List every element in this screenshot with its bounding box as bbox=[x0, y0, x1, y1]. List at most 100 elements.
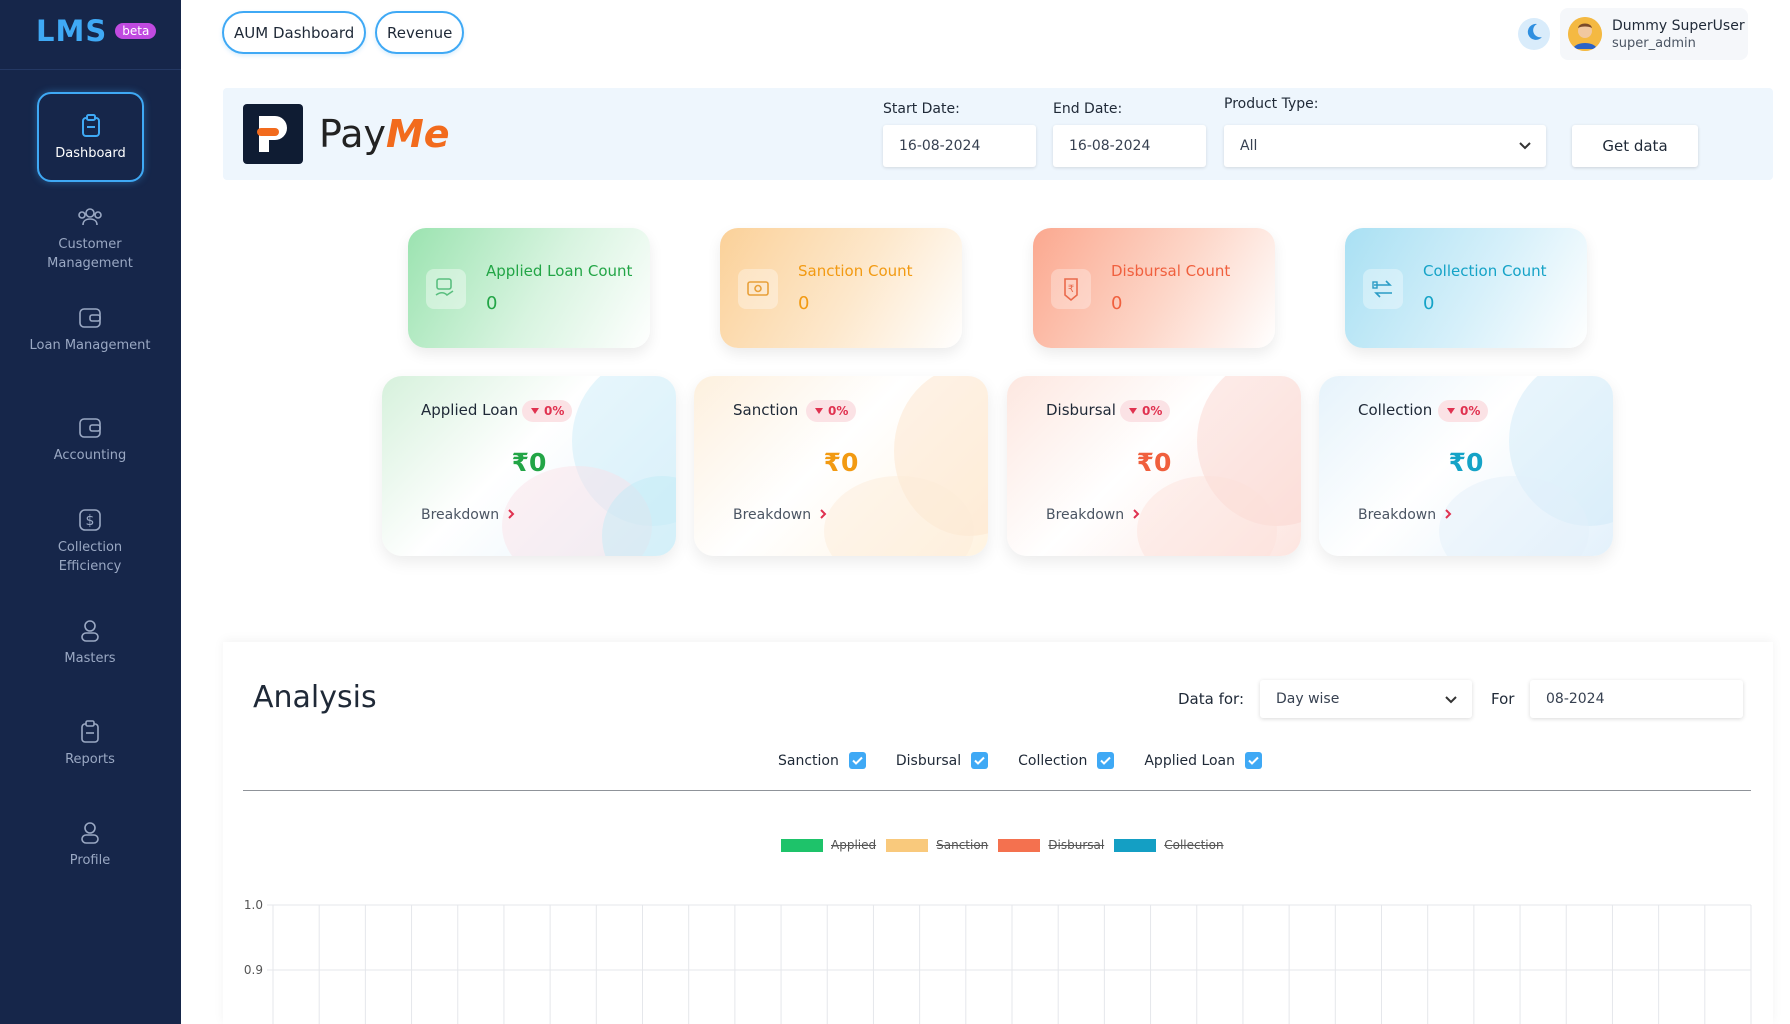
breakdown-link[interactable]: Breakdown bbox=[733, 507, 827, 523]
checkbox-checked-icon[interactable] bbox=[1245, 752, 1263, 769]
user-menu[interactable]: Dummy SuperUser super_admin bbox=[1560, 8, 1748, 60]
percent-value: 0% bbox=[544, 404, 565, 418]
sidebar-item-label: Loan Management bbox=[29, 338, 151, 353]
toggle-label: Collection bbox=[1018, 752, 1088, 769]
caret-down-icon bbox=[814, 404, 824, 418]
tag-icon: ₹ bbox=[1051, 269, 1091, 309]
value-title: Disbursal bbox=[1046, 401, 1116, 419]
breakdown-label: Breakdown bbox=[733, 507, 812, 523]
value-amount: ₹0 bbox=[1136, 448, 1172, 477]
analysis-title: Analysis bbox=[253, 680, 377, 715]
data-for-select[interactable]: Day wise bbox=[1260, 680, 1472, 718]
brand-suffix: Me bbox=[385, 112, 450, 156]
breakdown-link[interactable]: Breakdown bbox=[1046, 507, 1140, 523]
sidebar-item-label: Collection Efficiency bbox=[57, 540, 123, 574]
chevron-right-icon bbox=[819, 507, 827, 523]
y-tick-label: 0.9 bbox=[244, 963, 263, 977]
sidebar-item-collection-efficiency[interactable]: $ Collection Efficiency bbox=[26, 506, 154, 576]
wallet-icon bbox=[76, 304, 104, 332]
end-date-label: End Date: bbox=[1053, 101, 1123, 117]
svg-text:₹: ₹ bbox=[1068, 284, 1074, 295]
chevron-right-icon bbox=[1132, 507, 1140, 523]
breakdown-label: Breakdown bbox=[421, 507, 500, 523]
app-logo[interactable]: LMS beta bbox=[36, 14, 157, 48]
divider bbox=[0, 69, 181, 70]
data-for-label: Data for: bbox=[1178, 690, 1244, 708]
sidebar-item-label: Masters bbox=[64, 651, 116, 666]
legend-item-sanction[interactable]: Sanction bbox=[886, 838, 988, 852]
value-title: Collection bbox=[1358, 401, 1433, 419]
toggle-disbursal[interactable]: Disbursal bbox=[895, 752, 989, 769]
count-value: 0 bbox=[1423, 293, 1435, 314]
collection-count-card[interactable]: Collection Count 0 bbox=[1345, 228, 1587, 348]
checkbox-checked-icon[interactable] bbox=[1097, 752, 1115, 769]
percent-badge: 0% bbox=[1438, 400, 1489, 422]
sidebar-item-accounting[interactable]: Accounting bbox=[26, 414, 154, 465]
y-tick-label: 1.0 bbox=[244, 898, 263, 912]
user-name: Dummy SuperUser bbox=[1612, 17, 1745, 34]
tab-revenue[interactable]: Revenue bbox=[375, 11, 465, 54]
sidebar-item-label: Accounting bbox=[53, 448, 127, 463]
disbursal-count-card[interactable]: ₹ Disbursal Count 0 bbox=[1033, 228, 1275, 348]
sidebar-item-reports[interactable]: Reports bbox=[26, 718, 154, 769]
legend-item-applied[interactable]: Applied bbox=[781, 838, 876, 852]
product-type-select[interactable]: All bbox=[1224, 125, 1546, 167]
applied-loan-value-card: Applied Loan 0% ₹0 Breakdown bbox=[382, 376, 676, 556]
user-icon bbox=[76, 819, 104, 847]
avatar bbox=[1568, 17, 1602, 51]
legend-item-disbursal[interactable]: Disbursal bbox=[998, 838, 1104, 852]
legend-swatch bbox=[998, 838, 1041, 852]
value-title: Sanction bbox=[733, 401, 799, 419]
month-input[interactable]: 08-2024 bbox=[1530, 680, 1743, 718]
percent-value: 0% bbox=[1142, 404, 1163, 418]
caret-down-icon bbox=[1128, 404, 1138, 418]
count-title: Disbursal Count bbox=[1111, 262, 1231, 280]
theme-toggle-button[interactable] bbox=[1518, 18, 1550, 50]
product-type-value: All bbox=[1240, 138, 1258, 154]
count-value: 0 bbox=[486, 293, 498, 314]
applied-loan-count-card[interactable]: Applied Loan Count 0 bbox=[408, 228, 650, 348]
sidebar-item-masters[interactable]: Masters bbox=[26, 617, 154, 668]
end-date-input[interactable]: 16-08-2024 bbox=[1053, 125, 1206, 167]
count-title: Collection Count bbox=[1423, 262, 1547, 280]
sidebar-item-customer-management[interactable]: Customer Management bbox=[26, 203, 154, 273]
checkbox-checked-icon[interactable] bbox=[848, 752, 866, 769]
sidebar-item-profile[interactable]: Profile bbox=[26, 819, 154, 870]
sidebar: LMS beta Dashboard Customer Management L… bbox=[0, 0, 181, 1024]
start-date-input[interactable]: 16-08-2024 bbox=[883, 125, 1036, 167]
count-title: Applied Loan Count bbox=[486, 262, 633, 280]
breakdown-label: Breakdown bbox=[1358, 507, 1437, 523]
sidebar-item-label: Customer Management bbox=[47, 237, 133, 271]
brand-name: PayMe bbox=[319, 112, 450, 156]
percent-badge: 0% bbox=[522, 400, 573, 422]
toggle-collection[interactable]: Collection bbox=[1018, 752, 1115, 769]
breakdown-link[interactable]: Breakdown bbox=[421, 507, 515, 523]
toggle-label: Disbursal bbox=[895, 752, 962, 769]
sanction-count-card[interactable]: Sanction Count 0 bbox=[720, 228, 962, 348]
checkbox-checked-icon[interactable] bbox=[971, 752, 989, 769]
get-data-button[interactable]: Get data bbox=[1572, 125, 1698, 167]
tab-aum-dashboard[interactable]: AUM Dashboard bbox=[222, 11, 367, 54]
wallet-icon bbox=[76, 414, 104, 442]
analysis-chart: 1.00.90.8 bbox=[244, 898, 1752, 1024]
toggle-label: Applied Loan bbox=[1144, 752, 1236, 769]
chevron-right-icon bbox=[1444, 507, 1452, 523]
toggle-applied-loan[interactable]: Applied Loan bbox=[1144, 752, 1263, 769]
sidebar-item-label: Profile bbox=[69, 853, 111, 868]
sidebar-item-dashboard[interactable]: Dashboard bbox=[37, 92, 144, 182]
legend-item-collection[interactable]: Collection bbox=[1114, 838, 1224, 852]
divider bbox=[243, 790, 1751, 791]
start-date-label: Start Date: bbox=[883, 101, 960, 117]
legend-swatch bbox=[781, 838, 823, 852]
value-title: Applied Loan bbox=[421, 401, 519, 419]
breakdown-link[interactable]: Breakdown bbox=[1358, 507, 1452, 523]
caret-down-icon bbox=[530, 404, 540, 418]
toggle-sanction[interactable]: Sanction bbox=[778, 752, 866, 769]
toggle-label: Sanction bbox=[778, 752, 839, 769]
sidebar-item-loan-management[interactable]: Loan Management bbox=[26, 304, 154, 355]
transfer-icon bbox=[1363, 269, 1403, 309]
clipboard-icon bbox=[77, 112, 105, 140]
svg-text:$: $ bbox=[86, 513, 95, 529]
brand-prefix: Pay bbox=[319, 112, 386, 156]
filter-bar: PayMe Start Date: 16-08-2024 End Date: 1… bbox=[223, 88, 1773, 180]
